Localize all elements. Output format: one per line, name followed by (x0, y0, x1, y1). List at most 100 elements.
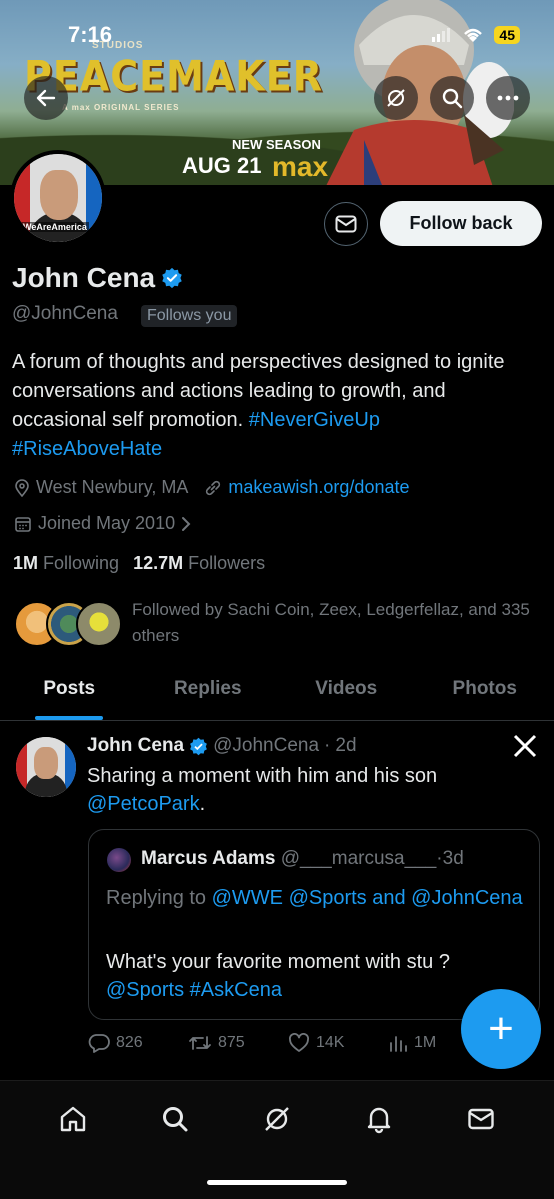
like-button[interactable]: 14K (288, 1033, 388, 1053)
quoted-author-name: Marcus Adams (141, 848, 276, 869)
repost-icon (189, 1036, 211, 1050)
location-pin-icon (15, 478, 29, 497)
nav-messages[interactable] (461, 1099, 501, 1139)
status-time: 7:16 (68, 22, 113, 47)
more-dots-icon (497, 95, 519, 101)
wifi-icon (464, 28, 483, 42)
tab-replies[interactable]: Replies (139, 666, 278, 720)
post-body: Sharing a moment with him and his son (87, 765, 438, 787)
joined-row[interactable]: Joined May 2010 (14, 513, 191, 534)
tab-videos[interactable]: Videos (277, 666, 416, 720)
website-link[interactable]: makeawish.org/donate (228, 477, 409, 498)
quoted-body: What's your favorite moment with stu ? (106, 951, 450, 973)
profile-name: John Cena (12, 262, 156, 293)
reply-count: 826 (116, 1034, 143, 1051)
follow-back-button[interactable]: Follow back (380, 201, 542, 246)
mail-icon (335, 215, 357, 233)
quoted-post[interactable]: Marcus Adams @___marcusa___·3d Replying … (88, 829, 540, 1020)
banner-network-logo: max (272, 151, 329, 182)
replying-to-label: Replying to (106, 887, 207, 909)
banner-new-season: NEW SEASON (232, 137, 321, 152)
quoted-author-avatar (107, 848, 131, 872)
joined-text: Joined May 2010 (38, 513, 176, 533)
message-button[interactable] (324, 202, 368, 246)
status-icons: 45 (432, 26, 520, 44)
views-bar-chart-icon (390, 1036, 407, 1052)
profile-handle: @JohnCena (12, 303, 118, 324)
quoted-replying-to: Replying to @WWE @Sports and @JohnCena (106, 883, 526, 913)
banner-air-date: AUG 21 (182, 153, 262, 178)
profile-bio: A forum of thoughts and perspectives des… (12, 348, 542, 464)
post-mention[interactable]: @PetcoPark (87, 793, 200, 815)
post-header: John Cena @JohnCena · 2d (87, 735, 357, 757)
repost-button[interactable]: 875 (188, 1033, 288, 1053)
post-author-name[interactable]: John Cena (87, 735, 184, 757)
back-button[interactable] (24, 76, 68, 120)
search-button[interactable] (430, 76, 474, 120)
avatar-hashtag: #WeAreAmerica (16, 222, 89, 232)
followers-label: Followers (188, 553, 266, 573)
nav-grok[interactable] (257, 1099, 297, 1139)
profile-name-row: John Cena (12, 262, 183, 294)
reply-icon (88, 1034, 110, 1053)
verified-badge-icon[interactable] (161, 267, 183, 289)
follow-counts: 1M Following 12.7M Followers (13, 553, 265, 574)
quoted-text: What's your favorite moment with stu ? @… (106, 948, 526, 1004)
mutual-followers-avatars[interactable] (14, 601, 124, 649)
profile-meta-row: West Newbury, MA makeawish.org/donate (14, 477, 409, 498)
location: West Newbury, MA (14, 477, 188, 498)
heart-icon (289, 1033, 309, 1052)
profile-tabs: Posts Replies Videos Photos (0, 666, 554, 721)
bio-hashtag-riseabovehate[interactable]: #RiseAboveHate (12, 438, 162, 460)
following-label: Following (43, 553, 120, 573)
nav-notifications[interactable] (359, 1099, 399, 1139)
more-options-button[interactable] (486, 76, 530, 120)
quoted-header: Marcus Adams @___marcusa___·3d (141, 848, 464, 870)
bio-hashtag-nevergiveup[interactable]: #NeverGiveUp (249, 409, 380, 431)
like-count: 14K (316, 1034, 345, 1051)
reply-button[interactable]: 826 (88, 1033, 188, 1053)
search-icon (163, 1107, 188, 1132)
repost-count: 875 (218, 1034, 245, 1051)
bell-icon (367, 1107, 391, 1134)
link-icon (206, 480, 221, 495)
back-arrow-icon (36, 89, 56, 107)
grok-icon (387, 89, 405, 107)
post-text: Sharing a moment with him and his son @P… (87, 762, 527, 818)
following-link[interactable]: 1M Following (13, 553, 119, 574)
website[interactable]: makeawish.org/donate (204, 477, 409, 498)
quoted-links[interactable]: @Sports #AskCena (106, 979, 282, 1001)
nav-search[interactable] (155, 1099, 195, 1139)
grok-icon (265, 1107, 289, 1131)
mail-icon (468, 1108, 494, 1130)
post-body-end: . (199, 793, 206, 815)
location-text: West Newbury, MA (36, 477, 189, 497)
signal-icon (432, 28, 451, 42)
post-author-handle: @JohnCena (213, 735, 320, 756)
followers-link[interactable]: 12.7M Followers (133, 553, 265, 574)
replying-to-mentions[interactable]: @WWE @Sports and @JohnCena (212, 887, 523, 909)
tab-photos[interactable]: Photos (416, 666, 554, 720)
followed-by-text[interactable]: Followed by Sachi Coin, Zeex, Ledgerfell… (132, 597, 542, 649)
quoted-time: 3d (442, 848, 464, 869)
search-icon (442, 88, 463, 109)
follower-avatar-3 (76, 601, 122, 647)
profile-avatar[interactable]: #WeAreAmerica (10, 150, 106, 246)
followers-count: 12.7M (133, 553, 184, 573)
views-count: 1M (414, 1034, 437, 1051)
home-icon (60, 1106, 86, 1132)
battery-indicator: 45 (494, 26, 520, 44)
compose-post-button[interactable]: + (461, 989, 541, 1069)
post-author-avatar[interactable] (16, 737, 76, 797)
tab-posts[interactable]: Posts (0, 666, 139, 720)
post-avatar-face (34, 747, 58, 779)
follows-you-badge: Follows you (141, 305, 238, 327)
nav-home[interactable] (53, 1099, 93, 1139)
chevron-right-icon (182, 516, 191, 531)
post-actions: 826 875 14K 1M (88, 1033, 488, 1053)
banner-series-label: A max ORIGINAL SERIES (62, 103, 180, 112)
avatar-face (40, 170, 78, 220)
grok-button[interactable] (374, 76, 418, 120)
verified-badge-icon (190, 737, 208, 755)
home-indicator[interactable] (207, 1180, 347, 1185)
